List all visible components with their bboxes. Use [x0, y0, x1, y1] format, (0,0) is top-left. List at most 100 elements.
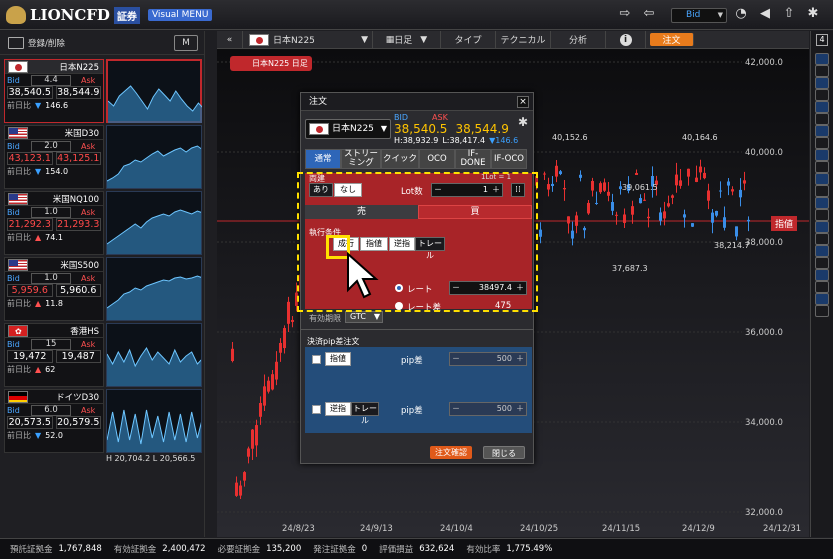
ask-price[interactable]: 38,544.9 [55, 86, 101, 99]
limit-pip-stepper[interactable]: － 500 ＋ [449, 352, 527, 366]
drawing-tool-icon[interactable] [815, 293, 829, 305]
y-axis-label: 36,000.0 [745, 328, 783, 338]
bid-price[interactable]: 5,959.6 [7, 284, 53, 297]
order-tab-2[interactable]: クイック [381, 149, 419, 169]
market-name: ドイツD30 [56, 392, 99, 403]
mini-chart[interactable] [106, 191, 204, 255]
price-type-select[interactable]: Bid [671, 8, 727, 23]
drawing-tool-icon[interactable] [815, 185, 829, 197]
chart-symbol-select[interactable]: 日本N225 ▼ [243, 30, 373, 49]
limit-order-tag[interactable]: 指値 [771, 216, 798, 231]
drawing-tool-icon[interactable] [815, 113, 829, 125]
chart-type-menu[interactable]: タイプ [441, 30, 496, 49]
drawing-tool-icon[interactable] [815, 233, 829, 245]
ask-price[interactable]: 20,579.5 [55, 416, 101, 429]
bid-price[interactable]: 19,472 [7, 350, 53, 363]
mini-chart[interactable] [106, 257, 204, 321]
drawing-tool-icon[interactable] [815, 101, 829, 113]
period-select[interactable]: ▦ 日足 ▼ [373, 30, 441, 49]
stop-checkbox[interactable] [312, 405, 321, 414]
megaphone-icon[interactable]: ◀ [757, 7, 773, 21]
settings-gear-icon[interactable]: ✱ [518, 115, 528, 129]
drawing-tool-icon[interactable] [815, 221, 829, 233]
japan-flag-icon [309, 123, 329, 135]
technical-menu[interactable]: テクニカル [496, 30, 551, 49]
market-card-0[interactable]: 日本N225 Bid 4.4 Ask 38,540.5 38,544.9 前日比 ▼ 14… [4, 59, 205, 133]
plus-icon[interactable]: ＋ [516, 353, 524, 365]
change-value: 74.1 [45, 232, 63, 242]
order-tab-3[interactable]: OCO [419, 149, 455, 169]
market-card-2[interactable]: 米国NQ100 Bid 1.0 Ask 21,292.3 21,293.3 前日比 ▲ 7… [4, 191, 204, 265]
bid-price[interactable]: 38,540.5 [7, 86, 53, 99]
order-tab-4[interactable]: IF-DONE [455, 149, 491, 169]
ask-price[interactable]: 21,293.3 [55, 218, 101, 231]
help-icon[interactable]: ? [829, 7, 833, 21]
drawing-tool-icon[interactable] [815, 257, 829, 269]
market-card-4[interactable]: ✿香港HS Bid15Ask 19,47219,487 前日比▲62 H 19,… [4, 323, 204, 397]
bid-price[interactable]: 21,292.3 [7, 218, 53, 231]
drawing-tool-icon[interactable] [815, 305, 829, 317]
drawing-tool-icon[interactable] [815, 197, 829, 209]
ask-price[interactable]: 43,125.1 [55, 152, 101, 165]
visual-menu-button[interactable]: Visual MENU [147, 9, 213, 21]
upload-icon[interactable]: ⇧ [781, 7, 797, 21]
drawing-tool-icon[interactable] [815, 281, 829, 293]
order-button[interactable]: 注文 [650, 33, 694, 46]
collapse-icon[interactable]: « [217, 30, 243, 49]
market-card-5[interactable]: ドイツD30 Bid 6.0 Ask 20,573.5 20,579.5 前日比 ▼ 52… [4, 389, 204, 463]
order-tab-0[interactable]: 通常 [305, 149, 341, 169]
drawing-tool-icon[interactable] [815, 77, 829, 89]
order-confirm-button[interactable]: 注文確認 [430, 446, 472, 459]
drawing-tool-icon[interactable] [815, 245, 829, 257]
drawing-tool-icon[interactable] [815, 53, 829, 65]
ask-price[interactable]: 19,487 [55, 350, 101, 363]
mini-chart[interactable] [106, 125, 204, 189]
analysis-menu[interactable]: 分析 [551, 30, 606, 49]
expiry-select[interactable]: GTC ▼ [345, 311, 383, 323]
spread-value: 15 [31, 338, 71, 350]
drawing-tool-icon[interactable] [815, 209, 829, 221]
minus-icon[interactable]: － [452, 403, 460, 415]
candle-body [719, 190, 722, 192]
order-symbol-select[interactable]: 日本N225 [305, 119, 391, 139]
drawing-tool-icon[interactable] [815, 161, 829, 173]
limit-checkbox[interactable] [312, 355, 321, 364]
ask-price[interactable]: 5,960.6 [55, 284, 101, 297]
market-card-1[interactable]: 米国D30 Bid 2.0 Ask 43,123.1 43,125.1 前日比 ▼ 154… [4, 125, 204, 199]
stop-button[interactable]: 逆指 [325, 402, 351, 416]
trail-button[interactable]: トレール [351, 402, 379, 425]
drawing-tool-icon[interactable] [815, 173, 829, 185]
bid-price[interactable]: 43,123.1 [7, 152, 53, 165]
gear-icon[interactable]: ✱ [805, 7, 821, 21]
candle-body [559, 171, 562, 175]
mini-chart[interactable] [106, 59, 205, 123]
order-tab-1[interactable]: ストリーミング [341, 149, 381, 169]
prev-day-label: 前日比 [7, 100, 31, 110]
candle-body [543, 173, 546, 175]
minus-icon[interactable]: － [452, 353, 460, 365]
stop-pip-stepper[interactable]: － 500 ＋ [449, 402, 527, 416]
candle-body [647, 216, 650, 219]
market-card-3[interactable]: 米国S500 Bid 1.0 Ask 5,959.6 5,960.6 前日比 ▲ 11.8… [4, 257, 204, 331]
drawing-tool-icon[interactable] [815, 65, 829, 77]
mini-chart[interactable] [106, 389, 204, 453]
plus-icon[interactable]: ＋ [516, 403, 524, 415]
m-button[interactable]: M [174, 35, 198, 51]
close-icon[interactable]: × [517, 96, 529, 108]
drawing-tool-icon[interactable] [815, 137, 829, 149]
drawing-tool-icon[interactable] [815, 269, 829, 281]
import-icon[interactable]: ⇦ [641, 7, 657, 21]
bid-price[interactable]: 20,573.5 [7, 416, 53, 429]
info-icon[interactable]: i [606, 30, 646, 49]
limit-button[interactable]: 指値 [325, 352, 351, 366]
close-dialog-button[interactable]: 閉じる [483, 446, 525, 459]
mini-chart[interactable] [106, 323, 204, 387]
clock-icon[interactable]: ◔ [733, 7, 749, 21]
register-delete-link[interactable]: 登録/削除 [28, 37, 65, 49]
drawing-tool-icon[interactable] [815, 149, 829, 161]
drawing-tool-icon[interactable] [815, 89, 829, 101]
export-icon[interactable]: ⇨ [617, 7, 633, 21]
drawing-tool-icon[interactable] [815, 125, 829, 137]
order-tab-5[interactable]: IF-OCO [491, 149, 527, 169]
register-list-icon[interactable] [8, 36, 24, 49]
